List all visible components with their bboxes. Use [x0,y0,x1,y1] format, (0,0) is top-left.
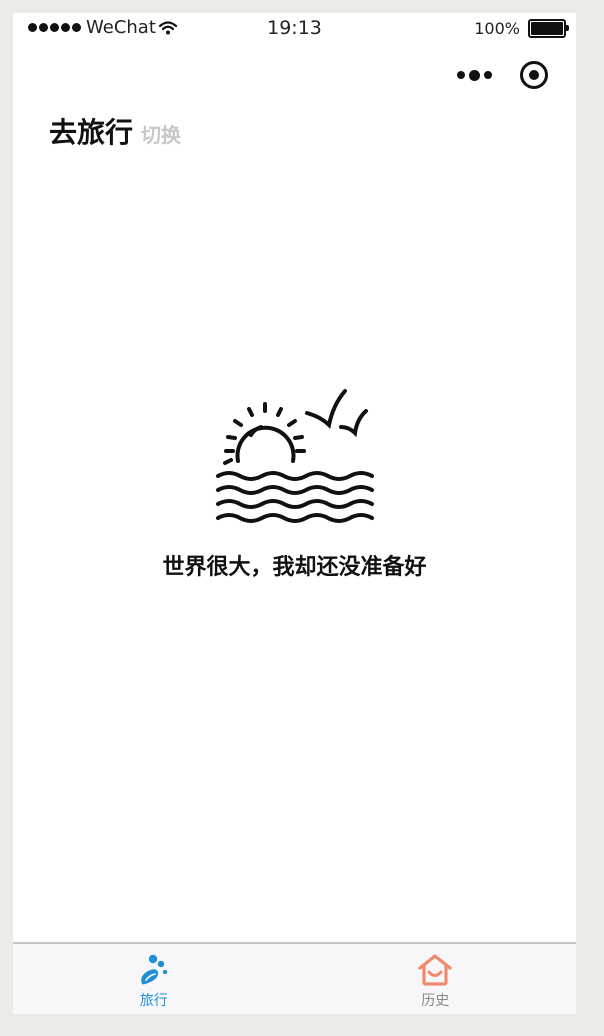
tab-bar: 旅行 历史 [13,942,576,1014]
empty-state-message: 世界很大，我却还没准备好 [162,555,427,580]
status-right: 100% [474,19,569,38]
sunset-sea-birds-icon [216,389,374,523]
battery-icon [528,19,569,38]
travel-icon [141,954,167,985]
page-title: 去旅行 [49,116,134,149]
tab-history[interactable]: 历史 [295,944,577,1014]
battery-percent: 100% [474,19,520,38]
page-header: 去旅行 切换 [49,111,181,151]
tab-travel[interactable]: 旅行 [13,944,295,1014]
status-bar: WeChat 19:13 100% [13,13,576,45]
switch-button[interactable]: 切换 [141,119,181,148]
close-miniprogram-icon[interactable] [520,61,548,89]
mini-program-capsule [457,61,548,89]
more-menu-icon[interactable] [457,69,492,81]
tab-history-label: 历史 [421,993,450,1009]
tab-travel-label: 旅行 [139,993,168,1009]
home-smile-icon [418,954,452,986]
phone-screen: WeChat 19:13 100% 去旅行 切换 世界很大，我却还没准备好 旅行… [13,13,576,1014]
